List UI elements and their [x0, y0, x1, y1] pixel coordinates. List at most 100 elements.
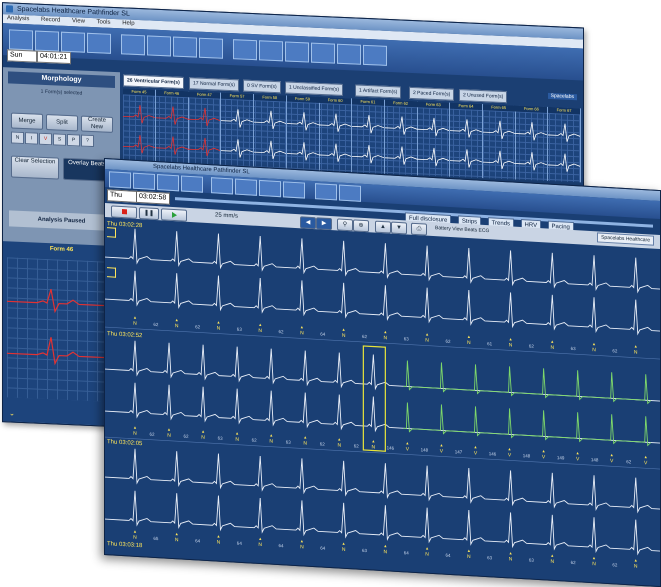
- toolbar-thumb-icon[interactable]: [283, 181, 305, 199]
- page-up-button[interactable]: ▲: [375, 220, 391, 234]
- nav-prev-button[interactable]: ◀: [300, 216, 316, 230]
- clear-selection-button[interactable]: Clear Selection: [11, 155, 59, 180]
- collapse-chevron-icon[interactable]: ⌄: [9, 409, 15, 417]
- nav-next-button[interactable]: ▶: [316, 217, 332, 231]
- tab-artifact-forms[interactable]: 1 Artifact Form(s): [355, 84, 402, 99]
- menu-help[interactable]: Help: [122, 20, 134, 27]
- arrow-down-icon: ▼: [396, 224, 402, 232]
- toolbar-thumb-icon[interactable]: [121, 34, 145, 56]
- beat-marker: ▲: [201, 429, 205, 434]
- form-cell-trace: [286, 142, 319, 161]
- toolbar-thumb-icon[interactable]: [337, 43, 361, 65]
- toolbar-thumb-icon[interactable]: [235, 178, 257, 196]
- beat-label: V: [576, 456, 580, 462]
- form-cell[interactable]: Form 64: [450, 102, 483, 179]
- toolbar-thumb-icon[interactable]: [133, 172, 155, 190]
- page-down-button[interactable]: ▼: [391, 221, 407, 235]
- form-cell[interactable]: Form 46: [155, 89, 189, 166]
- beat-label: N: [509, 342, 513, 348]
- tab-paced-forms[interactable]: 2 Paced Form(s): [409, 86, 455, 101]
- form-cell[interactable]: Form 59: [286, 95, 320, 171]
- back-time-field[interactable]: 04:01:21: [37, 50, 71, 65]
- beat-marker: ▲: [610, 452, 614, 457]
- toolbar-thumb-icon[interactable]: [285, 41, 309, 63]
- beat-marker: ▲: [175, 317, 179, 322]
- form-cell[interactable]: Form 63: [417, 101, 451, 177]
- search-button[interactable]: ⚲: [337, 218, 353, 232]
- toolbar-thumb-icon[interactable]: [87, 32, 111, 54]
- form-cell-trace: [123, 135, 156, 154]
- stop-button[interactable]: [111, 205, 137, 219]
- front-day-select[interactable]: Thu: [107, 189, 137, 203]
- beat-label: N: [201, 435, 205, 441]
- rr-interval: 62: [252, 438, 257, 443]
- search-icon: ⚲: [342, 221, 348, 229]
- forms-selected-label: 1 Form(s) selected: [40, 88, 83, 97]
- tab-sv-forms[interactable]: 0 SV Form(s): [243, 79, 281, 94]
- toolbar-thumb-icon[interactable]: [339, 184, 361, 202]
- menu-analysis[interactable]: Analysis: [7, 15, 29, 22]
- merge-button[interactable]: Merge: [11, 112, 43, 130]
- menu-tools[interactable]: Tools: [97, 19, 111, 26]
- toolbar-thumb-icon[interactable]: [233, 39, 257, 61]
- beat-label: V: [440, 448, 444, 454]
- toolbar-thumb-icon[interactable]: [173, 36, 197, 58]
- channel-2-marker: [107, 267, 116, 278]
- tab-unused-forms[interactable]: 2 Unused Form(s): [459, 89, 508, 104]
- classify-v-button[interactable]: V: [39, 132, 52, 146]
- classify-unknown-button[interactable]: ?: [81, 134, 94, 148]
- tab-normal-forms[interactable]: 17 Normal Form(s): [189, 77, 239, 92]
- toolbar-thumb-icon[interactable]: [181, 175, 203, 193]
- create-new-button[interactable]: Create New: [81, 115, 113, 133]
- form-cell[interactable]: Form 60: [319, 96, 353, 173]
- split-button[interactable]: Split: [46, 114, 78, 132]
- pause-button[interactable]: ❚❚: [139, 207, 159, 221]
- play-button[interactable]: [161, 208, 187, 222]
- toolbar-thumb-icon[interactable]: [259, 179, 281, 198]
- rr-interval: 62: [354, 443, 359, 448]
- toolbar-thumb-icon[interactable]: [315, 183, 337, 201]
- form-cell[interactable]: Form 47: [188, 91, 222, 167]
- zoom-button[interactable]: ⊕: [353, 219, 369, 233]
- toolbar-thumb-icon[interactable]: [211, 177, 233, 195]
- rr-interval: 62: [195, 324, 200, 329]
- classify-s-button[interactable]: S: [53, 133, 66, 146]
- form-preview-trace-1: [7, 289, 115, 314]
- form-cell[interactable]: Form 62: [384, 99, 418, 176]
- front-time-field[interactable]: 03:02:58: [136, 190, 170, 205]
- beat-label: N: [384, 335, 388, 341]
- beat-marker: ▲: [405, 440, 409, 445]
- form-cell[interactable]: Form 45: [123, 88, 156, 164]
- form-cell[interactable]: Form 65: [482, 104, 516, 180]
- tab-ventricular-forms[interactable]: 26 Ventricular Form(s): [123, 74, 184, 90]
- form-cell[interactable]: Form 67: [548, 106, 582, 183]
- toolbar-thumb-icon[interactable]: [157, 174, 179, 192]
- menu-record[interactable]: Record: [41, 17, 60, 24]
- tab-unclassified-forms[interactable]: 1 Unclassified Form(s): [285, 81, 344, 96]
- beat-label: N: [258, 328, 262, 334]
- toolbar-thumb-icon[interactable]: [109, 171, 131, 189]
- toolbar-thumb-icon[interactable]: [259, 40, 283, 62]
- rr-interval: 62: [529, 344, 534, 349]
- form-cell[interactable]: Form 58: [253, 94, 287, 170]
- menu-view[interactable]: View: [72, 18, 85, 25]
- front-window: Spacelabs Healthcare Pathfinder SL Thu 0…: [104, 158, 661, 587]
- toolbar-thumb-icon[interactable]: [363, 44, 387, 66]
- toolbar-thumb-icon[interactable]: [61, 31, 85, 53]
- toolbar-thumb-icon[interactable]: [311, 42, 335, 64]
- rr-interval: 146: [387, 445, 395, 450]
- form-cell[interactable]: Form 61: [351, 98, 385, 174]
- ecg-run-trace: [403, 360, 652, 405]
- toolbar-thumb-icon[interactable]: [35, 30, 59, 52]
- classify-i-button[interactable]: I: [25, 132, 38, 145]
- form-cell[interactable]: Form 57: [221, 92, 255, 169]
- classify-p-button[interactable]: P: [67, 133, 80, 147]
- toolbar-thumb-icon[interactable]: [9, 29, 33, 51]
- form-cell[interactable]: Form 66: [515, 105, 549, 181]
- classify-n-button[interactable]: N: [11, 131, 24, 145]
- toolbar-thumb-icon[interactable]: [147, 35, 171, 57]
- beat-marker: ▲: [550, 339, 554, 344]
- toolbar-thumb-icon[interactable]: [199, 37, 223, 59]
- print-button[interactable]: ⎙: [411, 222, 427, 236]
- back-day-select[interactable]: Sun: [7, 49, 37, 63]
